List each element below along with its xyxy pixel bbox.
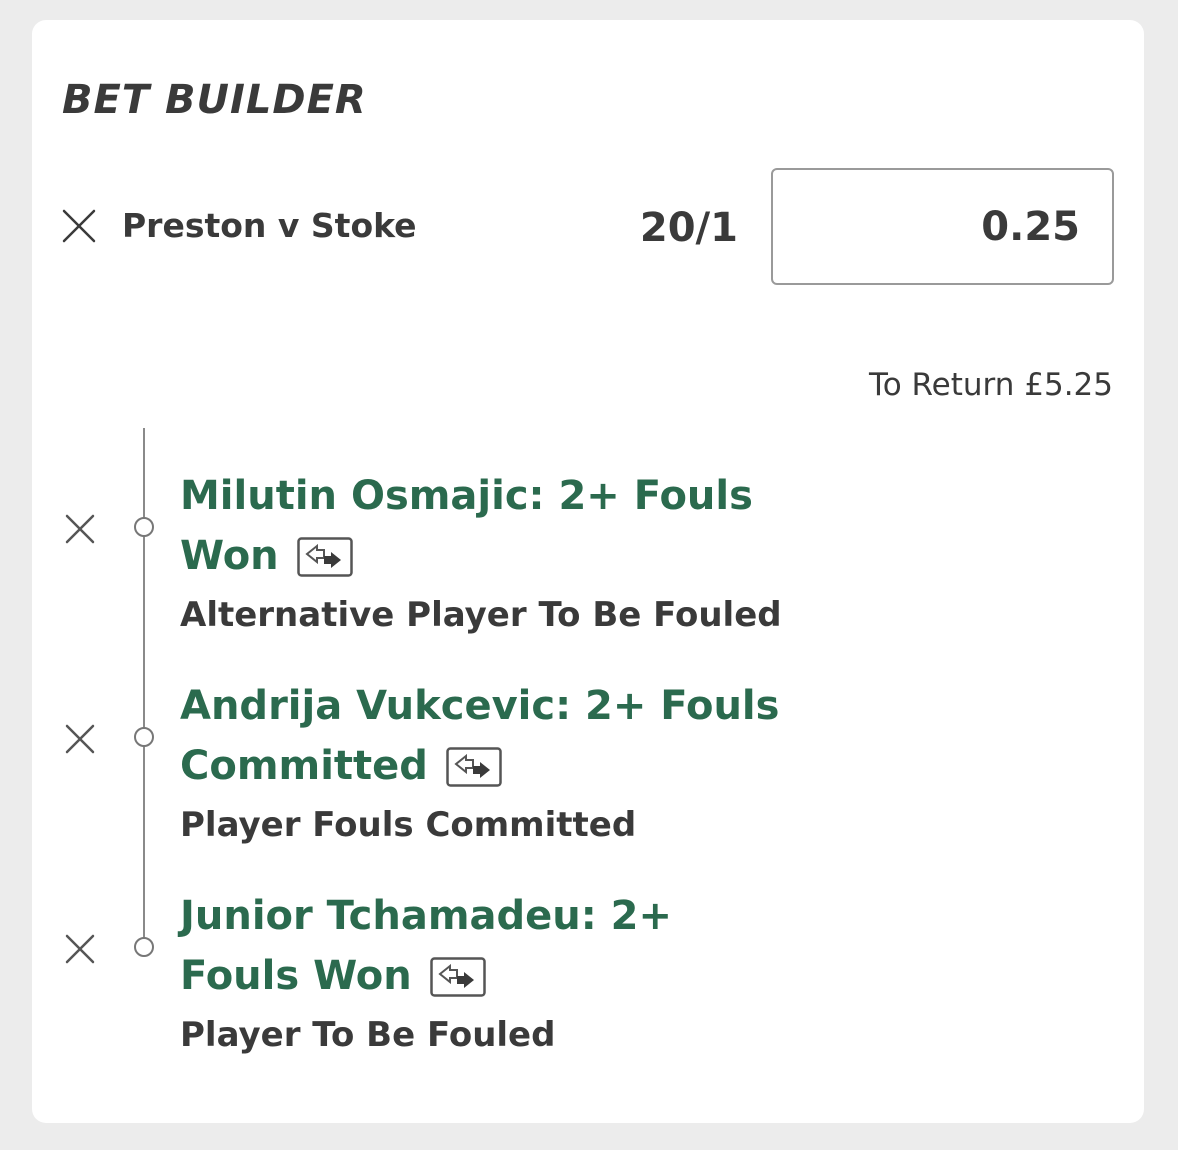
bet-odds: 20/1 bbox=[639, 205, 738, 251]
to-return-label: To Return £5.25 bbox=[869, 367, 1113, 403]
close-icon bbox=[65, 514, 95, 544]
match-name: Preston v Stoke bbox=[122, 206, 417, 245]
page-title: BET BUILDER bbox=[62, 77, 367, 123]
selection-title-line: Won bbox=[180, 533, 279, 579]
timeline-node bbox=[134, 937, 154, 957]
remove-selection-button[interactable] bbox=[62, 931, 98, 967]
selection-market: Player Fouls Committed bbox=[180, 805, 637, 845]
selection-title[interactable]: Junior Tchamadeu: 2+ Fouls Won bbox=[180, 886, 820, 1006]
remove-selection-button[interactable] bbox=[62, 511, 98, 547]
selection-market: Alternative Player To Be Fouled bbox=[180, 595, 782, 635]
selection-title[interactable]: Andrija Vukcevic: 2+ Fouls Committed bbox=[180, 676, 820, 796]
close-icon bbox=[62, 209, 96, 243]
bet-builder-card: BET BUILDER Preston v Stoke 20/1 To Retu… bbox=[32, 20, 1144, 1123]
close-icon bbox=[65, 724, 95, 754]
timeline-node bbox=[134, 517, 154, 537]
swap-player-icon[interactable] bbox=[296, 537, 353, 577]
selection-title-line: Junior Tchamadeu: 2+ bbox=[180, 893, 673, 939]
timeline-line bbox=[143, 428, 145, 950]
swap-player-icon[interactable] bbox=[430, 957, 486, 997]
selection-market: Player To Be Fouled bbox=[180, 1015, 556, 1055]
timeline-node bbox=[134, 727, 154, 747]
selection-title-line: Committed bbox=[180, 743, 428, 789]
selection-title-line: Milutin Osmajic: 2+ Fouls bbox=[180, 473, 753, 519]
remove-selection-button[interactable] bbox=[62, 721, 98, 757]
selection-title-line: Fouls Won bbox=[180, 953, 412, 999]
swap-player-icon[interactable] bbox=[446, 747, 502, 787]
remove-bet-button[interactable] bbox=[61, 208, 97, 244]
selection-title-line: Andrija Vukcevic: 2+ Fouls bbox=[180, 683, 780, 729]
selection-title[interactable]: Milutin Osmajic: 2+ Fouls Won bbox=[180, 466, 820, 586]
close-icon bbox=[65, 934, 95, 964]
stake-input[interactable] bbox=[771, 168, 1114, 285]
